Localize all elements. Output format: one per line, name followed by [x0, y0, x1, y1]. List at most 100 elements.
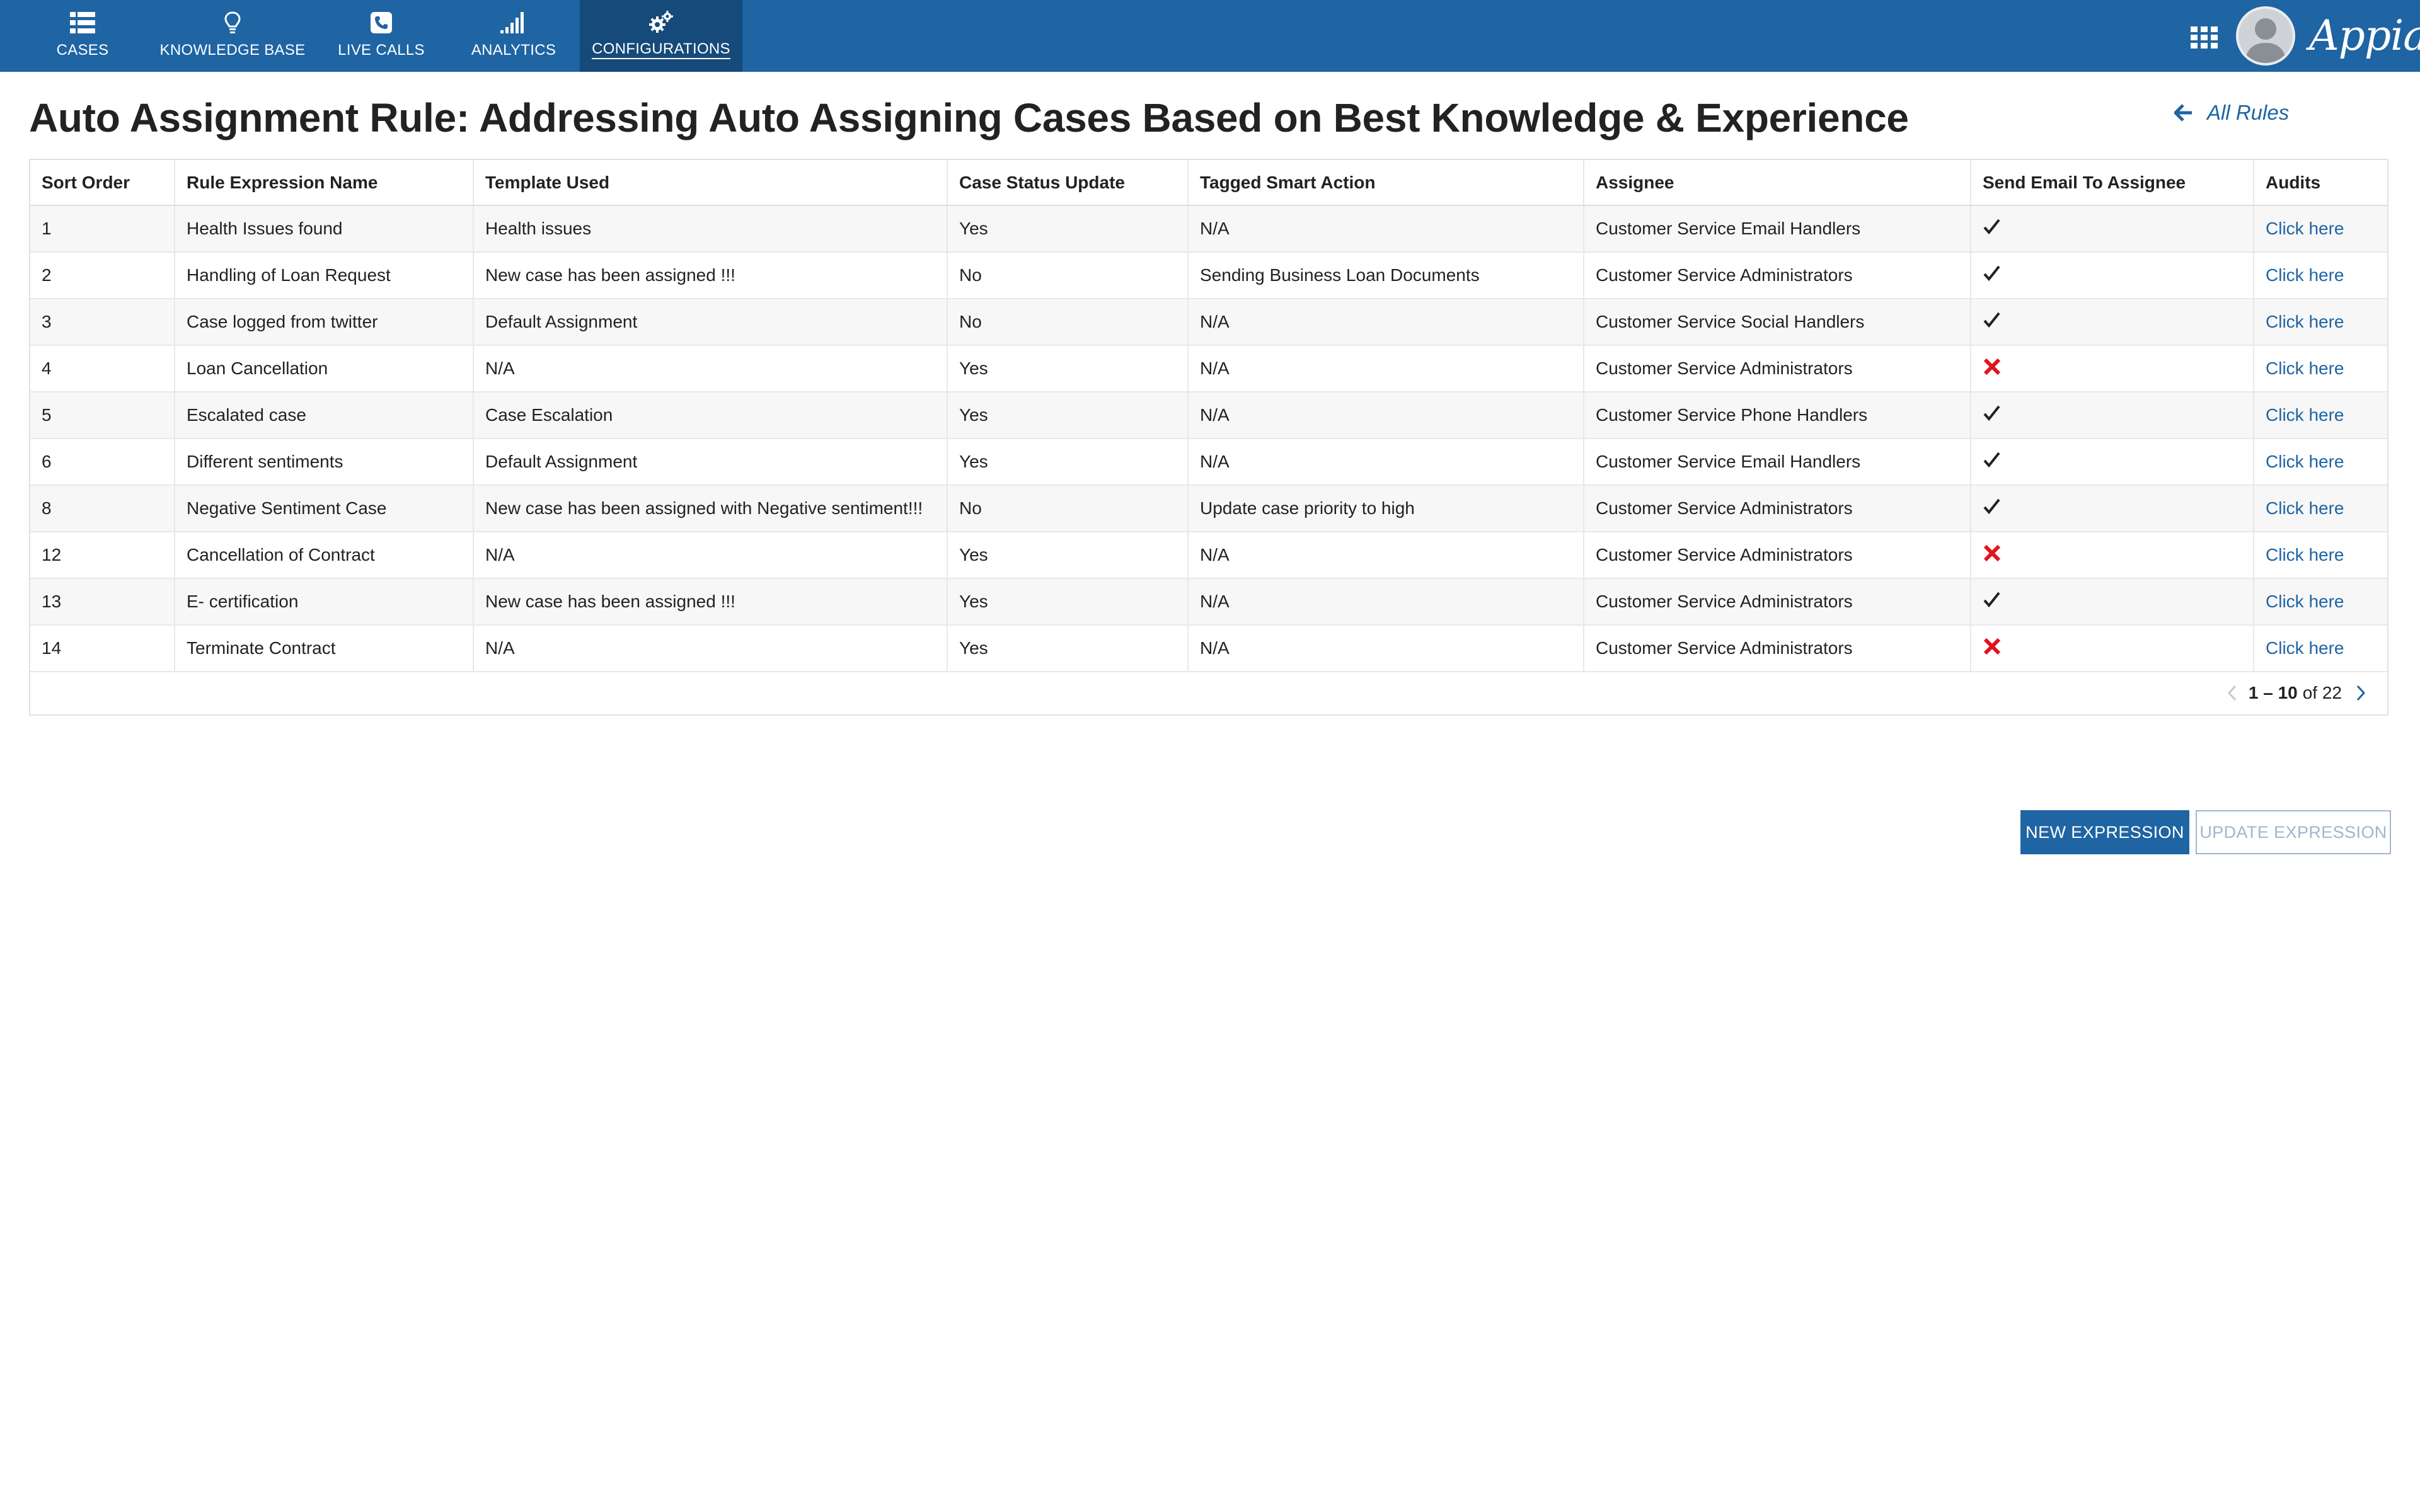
table-cell-assignee: Customer Service Phone Handlers [1584, 392, 1971, 439]
table-cell-audits: Click here [2254, 345, 2387, 392]
table-cell-sort: 5 [30, 392, 175, 439]
table-cell-status-update: Yes [947, 532, 1189, 579]
column-header[interactable]: Rule Expression Name [175, 160, 474, 206]
table-cell-template: New case has been assigned !!! [473, 252, 948, 299]
table-cell-template: Default Assignment [473, 438, 948, 486]
audit-link[interactable]: Click here [2266, 405, 2344, 425]
table-cell-status-update: No [947, 485, 1189, 532]
table-cell-send-email [1971, 345, 2254, 392]
audit-link[interactable]: Click here [2266, 638, 2344, 658]
table-cell-audits: Click here [2254, 485, 2387, 532]
page-title: Auto Assignment Rule: Addressing Auto As… [29, 95, 1909, 140]
table-cell-send-email [1971, 578, 2254, 626]
prev-page-icon[interactable] [2227, 684, 2237, 702]
table-cell-status-update: Yes [947, 578, 1189, 626]
page-total: of 22 [2302, 683, 2342, 702]
table-cell-template: N/A [473, 625, 948, 672]
tab-cases[interactable]: CASES [42, 0, 124, 72]
table-cell-assignee: Customer Service Administrators [1584, 252, 1971, 299]
table-cell-name: Negative Sentiment Case [175, 485, 474, 532]
table-cell-status-update: Yes [947, 205, 1189, 253]
table-cell-send-email [1971, 438, 2254, 486]
table-cell-template: N/A [473, 532, 948, 579]
tab-knowledge-base[interactable]: KNOWLEDGE BASE [158, 0, 308, 72]
table-row: 5 Escalated case Case Escalation Yes N/A Cust… [30, 392, 2387, 439]
table-cell-smart-action: N/A [1188, 625, 1584, 672]
page-range: 1 – 10 [2248, 683, 2298, 702]
table-cell-smart-action: N/A [1188, 578, 1584, 626]
table-cell-template: Health issues [473, 205, 948, 253]
table-cell-name: Case logged from twitter [175, 299, 474, 346]
update-expression-button[interactable]: UPDATE EXPRESSION [2196, 810, 2391, 854]
table-cell-template: Case Escalation [473, 392, 948, 439]
table-cell-assignee: Customer Service Administrators [1584, 625, 1971, 672]
column-header[interactable]: Template Used [473, 160, 948, 206]
audit-link[interactable]: Click here [2266, 592, 2344, 611]
table-cell-status-update: Yes [947, 392, 1189, 439]
table-cell-name: Cancellation of Contract [175, 532, 474, 579]
table-cell-name: Handling of Loan Request [175, 252, 474, 299]
phone-icon [371, 10, 392, 35]
column-header[interactable]: Tagged Smart Action [1188, 160, 1584, 206]
signal-bars-icon [500, 10, 527, 35]
column-header[interactable]: Case Status Update [947, 160, 1189, 206]
table-cell-name: Escalated case [175, 392, 474, 439]
table-cell-sort: 3 [30, 299, 175, 346]
tab-configurations[interactable]: CONFIGURATIONS [580, 0, 742, 72]
table-cell-assignee: Customer Service Administrators [1584, 345, 1971, 392]
user-avatar[interactable] [2236, 6, 2295, 66]
audit-link[interactable]: Click here [2266, 358, 2344, 378]
table-cell-sort: 6 [30, 438, 175, 486]
table-cell-template: N/A [473, 345, 948, 392]
audit-link[interactable]: Click here [2266, 545, 2344, 564]
table-cell-send-email [1971, 485, 2254, 532]
table-cell-status-update: No [947, 299, 1189, 346]
table-cell-sort: 4 [30, 345, 175, 392]
table-cell-assignee: Customer Service Administrators [1584, 578, 1971, 626]
table-row: 8 Negative Sentiment Case New case has bee… [30, 485, 2387, 532]
column-header[interactable]: Audits [2254, 160, 2387, 206]
appian-logo[interactable]: Appian [2309, 8, 2420, 64]
table-cell-name: E- certification [175, 578, 474, 626]
table-cell-assignee: Customer Service Social Handlers [1584, 299, 1971, 346]
table-cell-smart-action: N/A [1188, 345, 1584, 392]
table-cell-audits: Click here [2254, 625, 2387, 672]
table-cell-assignee: Customer Service Email Handlers [1584, 438, 1971, 486]
tab-analytics[interactable]: ANALYTICS [466, 0, 561, 72]
audit-link[interactable]: Click here [2266, 219, 2344, 238]
tab-live-calls[interactable]: LIVE CALLS [334, 0, 429, 72]
new-expression-button[interactable]: NEW EXPRESSION [2020, 810, 2189, 854]
table-cell-sort: 2 [30, 252, 175, 299]
table-cell-template: New case has been assigned !!! [473, 578, 948, 626]
table-cell-status-update: Yes [947, 345, 1189, 392]
tab-live-calls-label: LIVE CALLS [338, 42, 425, 59]
table-cell-smart-action: N/A [1188, 299, 1584, 346]
table-cell-template: Default Assignment [473, 299, 948, 346]
table-cell-smart-action: N/A [1188, 532, 1584, 579]
column-header[interactable]: Sort Order [30, 160, 175, 206]
audit-link[interactable]: Click here [2266, 498, 2344, 518]
table-cell-status-update: Yes [947, 438, 1189, 486]
table-row: 12 Cancellation of Contract N/A Yes N/A Custo… [30, 532, 2387, 579]
table-cell-sort: 14 [30, 625, 175, 672]
rules-table: Sort Order Rule Expression Name Template… [30, 160, 2387, 672]
app-grid-icon[interactable] [2191, 26, 2218, 49]
audit-link[interactable]: Click here [2266, 452, 2344, 471]
cross-icon [1983, 544, 2001, 561]
column-header[interactable]: Assignee [1584, 160, 1971, 206]
table-row: 3 Case logged from twitter Default Assignm… [30, 299, 2387, 346]
user-silhouette-icon [2245, 18, 2286, 63]
table-cell-assignee: Customer Service Email Handlers [1584, 205, 1971, 253]
checkmark-icon [1983, 219, 2000, 234]
checkmark-icon [1983, 452, 2000, 467]
audit-link[interactable]: Click here [2266, 312, 2344, 331]
audit-link[interactable]: Click here [2266, 265, 2344, 285]
table-cell-send-email [1971, 299, 2254, 346]
table-cell-status-update: Yes [947, 625, 1189, 672]
next-page-icon[interactable] [2356, 684, 2366, 702]
all-rules-link[interactable]: All Rules [2174, 101, 2289, 125]
column-header[interactable]: Send Email To Assignee [1971, 160, 2254, 206]
all-rules-label: All Rules [2207, 101, 2290, 124]
table-cell-send-email [1971, 252, 2254, 299]
table-cell-template: New case has been assigned with Negative… [473, 485, 948, 532]
